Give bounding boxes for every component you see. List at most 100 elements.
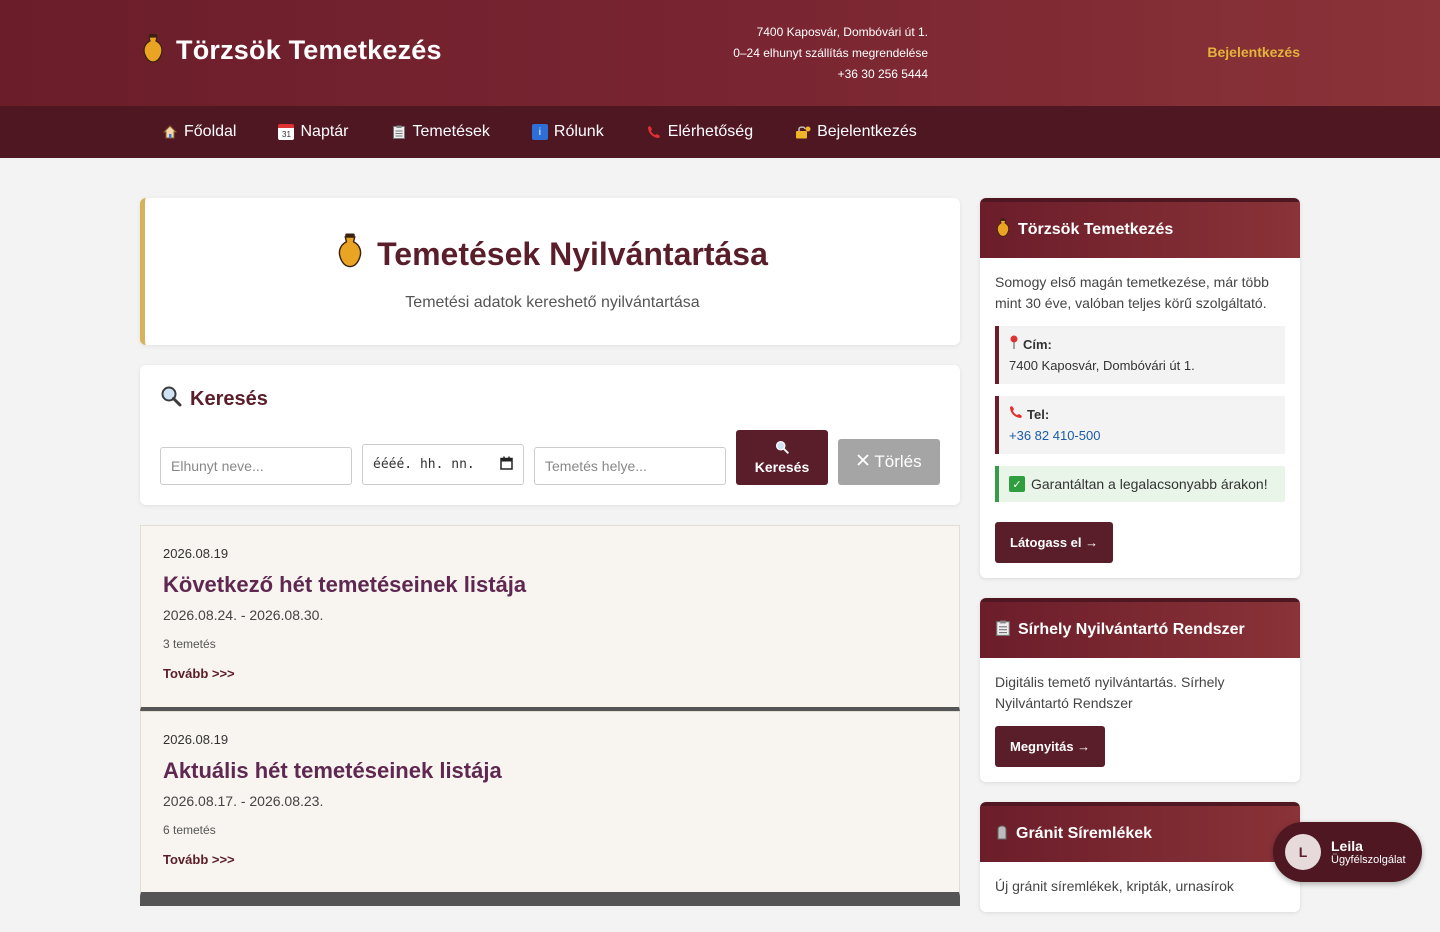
clear-button[interactable]: Törlés (838, 439, 940, 485)
search-panel: Keresés éééé. hh. nn. Keresés (140, 365, 960, 505)
chat-agent-name: Leila (1331, 838, 1363, 854)
page-title: Temetések Nyilvántartása (337, 232, 768, 276)
granite-card-title: Gránit Síremlékek (1016, 825, 1153, 842)
header-service: 0–24 elhunyt szállítás megrendelése (733, 46, 928, 60)
header-address: 7400 Kaposvár, Dombóvári út 1. (756, 25, 928, 39)
magnifier-icon (775, 440, 789, 457)
phone-label-text: Tel: (1027, 407, 1050, 422)
nav-item-login[interactable]: Bejelentkezés (795, 123, 917, 141)
page-subtitle: Temetési adatok kereshető nyilvántartása (405, 294, 700, 311)
deceased-name-input[interactable] (160, 447, 352, 485)
checkmark-icon: ✓ (1009, 476, 1025, 492)
header-contact: 7400 Kaposvár, Dombóvári út 1. 0–24 elhu… (733, 22, 928, 85)
lock-icon (795, 124, 811, 140)
clipboard-icon (996, 620, 1010, 641)
search-button[interactable]: Keresés (736, 430, 828, 485)
read-more-link[interactable]: Tovább >>> (163, 852, 235, 867)
company-card: Törzsök Temetkezés Somogy első magán tem… (980, 198, 1300, 578)
search-heading: Keresés (160, 385, 940, 413)
phone-link[interactable]: +36 82 410-500 (1009, 425, 1275, 446)
visit-button[interactable]: Látogass el → (995, 522, 1114, 563)
open-registry-button[interactable]: Megnyitás → (995, 726, 1106, 767)
nav-label-home: Főoldal (184, 123, 237, 140)
phone-label: Tel: (1009, 404, 1275, 425)
nav-label-login: Bejelentkezés (817, 123, 917, 140)
close-icon (856, 452, 870, 472)
funeral-place-input[interactable] (534, 447, 726, 485)
nav-label-contact: Elérhetőség (667, 123, 754, 140)
address-box: Cím: 7400 Kaposvár, Dombóvári út 1. (995, 326, 1285, 384)
list-item: 2026.08.19 Aktuális hét temetéseinek lis… (140, 711, 960, 896)
search-button-label: Keresés (754, 459, 810, 475)
phone-box: Tel: +36 82 410-500 (995, 396, 1285, 454)
urn-icon (996, 218, 1010, 242)
address-label: Cím: (1009, 334, 1275, 355)
header-phone[interactable]: +36 30 256 5444 (733, 64, 928, 85)
brand-title: Törzsök Temetkezés (176, 35, 442, 65)
post-count: 6 temetés (163, 823, 216, 837)
company-card-header: Törzsök Temetkezés (980, 198, 1300, 258)
company-description: Somogy első magán temetkezése, már több … (995, 274, 1269, 311)
urn-icon (142, 33, 164, 68)
post-date: 2026.08.19 (163, 732, 229, 747)
nav-item-funerals[interactable]: Temetések (391, 123, 490, 141)
list-item (140, 896, 960, 906)
guarantee-box: ✓ Garantáltan a legalacsonyabb árakon! (995, 466, 1285, 502)
registry-card: Sírhely Nyilvántartó Rendszer Digitális … (980, 598, 1300, 782)
calendar-icon: 31 (278, 124, 295, 140)
clear-button-label: Törlés (874, 452, 922, 471)
nav-label-about: Rólunk (553, 123, 604, 140)
phone-icon (1009, 404, 1023, 425)
brand-logo[interactable]: Törzsök Temetkezés (142, 33, 442, 68)
post-title[interactable]: Aktuális hét temetéseinek listája (163, 758, 937, 784)
granite-card-header: Gránit Síremlékek (980, 802, 1300, 862)
tombstone-icon (996, 824, 1008, 845)
read-more-link[interactable]: Tovább >>> (163, 666, 235, 681)
sidebar: Törzsök Temetkezés Somogy első magán tem… (980, 198, 1300, 932)
hero-card: Temetések Nyilvántartása Temetési adatok… (140, 198, 960, 345)
clipboard-icon (391, 124, 407, 140)
nav-label-calendar: Naptár (300, 123, 349, 140)
avatar: L (1285, 834, 1321, 870)
search-heading-text: Keresés (190, 387, 268, 410)
post-count: 3 temetés (163, 637, 216, 651)
address-label-text: Cím: (1023, 337, 1052, 352)
site-header: Törzsök Temetkezés 7400 Kaposvár, Dombóv… (0, 0, 1440, 106)
post-date-range: 2026.08.24. - 2026.08.30. (163, 607, 324, 623)
company-card-title: Törzsök Temetkezés (1018, 221, 1174, 238)
registry-description: Digitális temető nyilvántartás. Sírhely … (995, 674, 1225, 711)
registry-card-title: Sírhely Nyilvántartó Rendszer (1018, 621, 1245, 638)
info-icon: i (531, 124, 548, 140)
company-card-body: Somogy első magán temetkezése, már több … (980, 258, 1300, 578)
funeral-date-input[interactable]: éééé. hh. nn. (362, 444, 524, 485)
list-item: 2026.08.19 Következő hét temetéseinek li… (140, 525, 960, 711)
registry-card-header: Sírhely Nyilvántartó Rendszer (980, 598, 1300, 658)
search-form: éééé. hh. nn. Keresés Törlés (160, 430, 940, 485)
granite-card-body: Új gránit síremlékek, kripták, urnasírok (980, 862, 1300, 912)
main-column: Temetések Nyilvántartása Temetési adatok… (140, 198, 960, 906)
nav-item-home[interactable]: Főoldal (162, 123, 236, 141)
chat-info: Leila Ügyfélszolgálat (1331, 838, 1406, 866)
granite-description: Új gránit síremlékek, kripták, urnasírok (995, 878, 1234, 894)
nav-item-about[interactable]: i Rólunk (531, 123, 604, 141)
main-nav: Főoldal 31 Naptár Temetések i Rólunk Elé… (0, 106, 1440, 158)
post-date-range: 2026.08.17. - 2026.08.23. (163, 793, 324, 809)
home-icon (162, 124, 178, 140)
chat-agent-role: Ügyfélszolgálat (1331, 854, 1406, 866)
phone-icon (646, 124, 662, 140)
post-title[interactable]: Következő hét temetéseinek listája (163, 572, 937, 598)
guarantee-text: Garantáltan a legalacsonyabb árakon! (1031, 476, 1268, 492)
address-value: 7400 Kaposvár, Dombóvári út 1. (1009, 358, 1195, 373)
pin-icon (1009, 334, 1019, 355)
chat-widget[interactable]: L Leila Ügyfélszolgálat (1273, 822, 1422, 882)
magnifier-icon (160, 385, 182, 413)
nav-item-contact[interactable]: Elérhetőség (646, 123, 753, 141)
nav-label-funerals: Temetések (412, 123, 490, 140)
post-date: 2026.08.19 (163, 546, 229, 561)
calendar-picker-icon[interactable] (500, 456, 513, 474)
nav-item-calendar[interactable]: 31 Naptár (278, 123, 349, 141)
header-login-link[interactable]: Bejelentkezés (1207, 44, 1300, 60)
date-placeholder: éééé. hh. nn. (373, 457, 475, 472)
urn-icon (337, 232, 363, 276)
registry-card-body: Digitális temető nyilvántartás. Sírhely … (980, 658, 1300, 782)
